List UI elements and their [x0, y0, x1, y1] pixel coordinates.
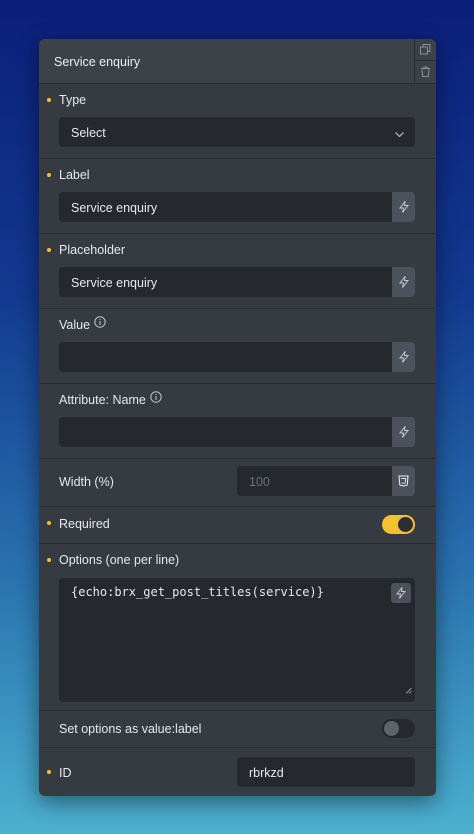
id-label: ID: [59, 766, 72, 780]
element-settings-panel: Service enquiry Type Select Label Servic…: [39, 39, 436, 796]
field-required: Required: [39, 507, 436, 544]
changed-indicator: [47, 248, 51, 252]
attribute-name-label: Attribute: Name: [59, 393, 146, 407]
field-id: ID rbrkzd: [39, 748, 436, 796]
type-select-value: Select: [71, 126, 106, 140]
required-label: Required: [59, 517, 110, 531]
trash-icon[interactable]: [415, 61, 436, 82]
panel-header: Service enquiry: [39, 39, 436, 84]
options-textarea-value: {echo:brx_get_post_titles(service)}: [71, 585, 324, 599]
chevron-down-icon: [394, 127, 405, 145]
field-placeholder: Placeholder Service enquiry: [39, 234, 436, 309]
field-label: Label Service enquiry: [39, 159, 436, 234]
changed-indicator: [47, 521, 51, 525]
label-label: Label: [59, 168, 90, 182]
toggle-knob: [384, 721, 399, 736]
toggle-knob: [398, 517, 413, 532]
attribute-name-label-wrap: Attribute: Name: [59, 391, 162, 407]
field-set-options: Set options as value:label: [39, 711, 436, 748]
lightning-icon[interactable]: [391, 583, 411, 603]
attribute-name-input[interactable]: [59, 417, 415, 447]
resize-handle-icon[interactable]: [405, 681, 412, 699]
width-input[interactable]: 100: [237, 466, 415, 496]
field-attribute-name: Attribute: Name: [39, 384, 436, 459]
label-input[interactable]: Service enquiry: [59, 192, 415, 222]
lightning-icon[interactable]: [392, 267, 415, 297]
field-options: Options (one per line) {echo:brx_get_pos…: [39, 544, 436, 711]
set-options-toggle[interactable]: [382, 719, 415, 738]
header-actions: [414, 39, 436, 83]
value-input[interactable]: [59, 342, 415, 372]
field-type: Type Select: [39, 84, 436, 159]
changed-indicator: [47, 770, 51, 774]
placeholder-input[interactable]: Service enquiry: [59, 267, 415, 297]
changed-indicator: [47, 558, 51, 562]
info-icon[interactable]: [94, 316, 106, 331]
lightning-icon[interactable]: [392, 192, 415, 222]
type-select[interactable]: Select: [59, 117, 415, 147]
label-input-value: Service enquiry: [71, 201, 158, 215]
set-options-label: Set options as value:label: [59, 722, 202, 736]
type-label: Type: [59, 93, 87, 107]
value-label-wrap: Value: [59, 316, 106, 332]
changed-indicator: [47, 173, 51, 177]
options-textarea[interactable]: {echo:brx_get_post_titles(service)}: [59, 578, 415, 702]
options-label: Options (one per line): [59, 553, 180, 567]
lightning-icon[interactable]: [392, 342, 415, 372]
field-width: Width (%) 100: [39, 459, 436, 507]
placeholder-label: Placeholder: [59, 243, 126, 257]
copy-icon[interactable]: [415, 39, 436, 61]
width-input-placeholder: 100: [249, 475, 270, 489]
id-input-value: rbrkzd: [249, 766, 284, 780]
placeholder-input-value: Service enquiry: [71, 276, 158, 290]
field-value: Value: [39, 309, 436, 384]
id-input[interactable]: rbrkzd: [237, 757, 415, 787]
css3-icon[interactable]: [392, 466, 415, 496]
required-toggle[interactable]: [382, 515, 415, 534]
width-label: Width (%): [59, 475, 114, 489]
lightning-icon[interactable]: [392, 417, 415, 447]
value-label: Value: [59, 318, 91, 332]
changed-indicator: [47, 98, 51, 102]
panel-title: Service enquiry: [54, 55, 141, 69]
info-icon[interactable]: [150, 391, 162, 406]
